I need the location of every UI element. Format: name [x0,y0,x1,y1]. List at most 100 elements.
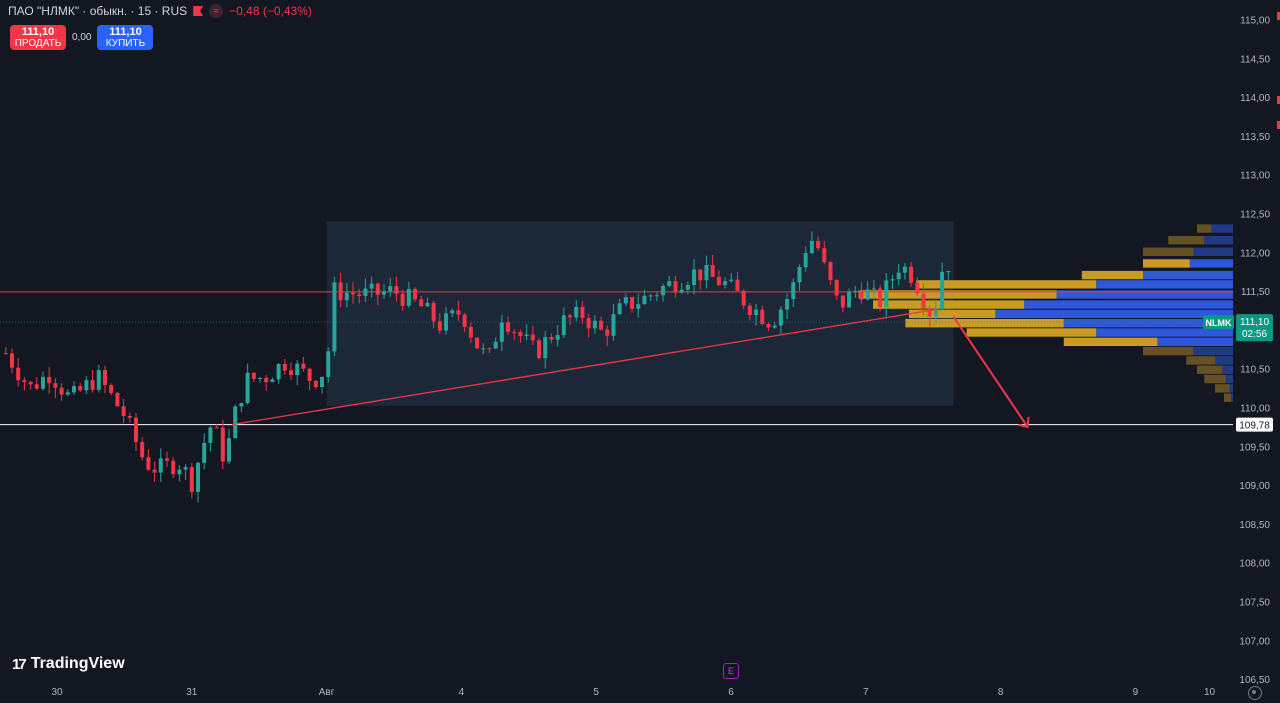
candle-body [59,387,64,395]
candle-body [816,240,821,249]
sell-price: 111,10 [21,25,55,38]
candle-body [388,286,393,292]
y-tick-label: 109,50 [1239,442,1270,453]
y-tick-label: 113,50 [1240,132,1270,143]
candle-body [450,310,455,314]
candle-body [258,377,263,379]
candle-body [648,295,653,297]
price-chart[interactable]: 115,00 114,50 114,00 113,50 113,00 112,50 112,… [0,0,1280,703]
candle-body [840,295,845,308]
volume-profile-down-bar [909,309,996,319]
candle-body [127,416,132,418]
candle-body [251,372,256,379]
candle-body [245,372,250,404]
y-tick-label: 109,00 [1239,481,1270,492]
candle-body [456,310,461,315]
candle-body [704,264,709,281]
candle-body [196,462,201,492]
candle-body [65,392,70,395]
candle-body [102,370,107,386]
sell-button[interactable]: 111,10 ПРОДАТЬ [10,25,66,50]
candle-body [369,283,374,289]
candle-body [487,348,492,350]
volume-profile-up-bar [1193,346,1233,356]
candle-body [320,376,325,388]
buy-label: КУПИТЬ [105,37,146,49]
candle-body [115,392,120,407]
volume-profile-down-bar [1168,235,1205,245]
candle-body [909,266,914,283]
y-tick-label: 107,50 [1239,598,1270,609]
y-tick-label: 107,00 [1239,636,1270,647]
candle-body [437,321,442,331]
candle-body [735,279,740,291]
symbol-title[interactable]: ПАО "НЛМК" · обыкн. · 15 · RUS [8,4,187,18]
candle-body [71,386,76,393]
earnings-icon[interactable]: E [723,663,739,679]
candle-body [679,289,684,293]
candle-body [512,331,517,333]
candle-body [537,340,542,359]
x-tick-label: 7 [863,687,869,698]
candle-body [270,379,275,383]
candle-body [53,383,58,388]
buy-button[interactable]: 111,10 КУПИТЬ [97,25,154,50]
candle-body [555,335,560,340]
range-box[interactable] [326,221,954,406]
volume-profile-down-bar [1081,270,1143,280]
candle-body [338,282,343,301]
candle-body [747,305,752,316]
volume-profile-up-bar [1225,374,1233,384]
volume-profile-up-bar [1204,235,1233,245]
candle-body [822,248,827,263]
candle-body [357,294,362,296]
candle-body [394,286,399,294]
volume-profile-up-bar [995,309,1233,319]
candle-body [22,380,27,382]
candle-body [158,458,163,473]
flag-icon[interactable] [193,6,204,16]
candle-body [227,438,232,462]
candle-body [171,460,176,475]
candle-body [940,271,945,310]
candle-body [754,309,759,316]
candle-body [561,315,566,336]
volume-profile-down-bar [1197,224,1212,233]
candle-body [896,272,901,280]
candle-body [586,318,591,329]
y-tick-label: 108,00 [1239,559,1270,570]
candle-body [884,280,889,308]
candle-body [40,376,45,389]
volume-profile-down-bar [1204,374,1226,384]
candle-body [276,364,281,380]
gear-icon[interactable] [1248,686,1262,700]
candle-body [202,442,207,463]
candle-body [915,282,920,294]
candle-body [729,279,734,282]
candle-body [152,469,157,473]
candle-body [636,304,641,309]
candle-body [871,288,876,290]
candle-body [685,284,690,290]
candle-body [3,353,8,355]
candle-body [580,306,585,319]
volume-profile-up-bar [1229,384,1233,393]
candle-body [444,313,449,331]
candle-body [530,334,535,341]
candle-body [96,370,101,390]
candle-body [772,325,777,328]
candle-body [109,385,114,393]
candle-body [363,288,368,296]
tradingview-logo[interactable]: 17 TradingView [12,655,125,673]
candle-body [493,341,498,349]
support-price-label: 109,78 [1239,421,1270,432]
x-tick-label: Авг [319,687,335,698]
candle-body [611,314,616,336]
candle-body [549,337,554,340]
candle-body [654,295,659,297]
volume-profile-down-bar [1063,337,1158,347]
candle-body [605,329,610,336]
candle-body [282,364,287,371]
volume-profile-down-bar [1186,356,1215,365]
volume-profile-up-bar [1193,247,1233,256]
